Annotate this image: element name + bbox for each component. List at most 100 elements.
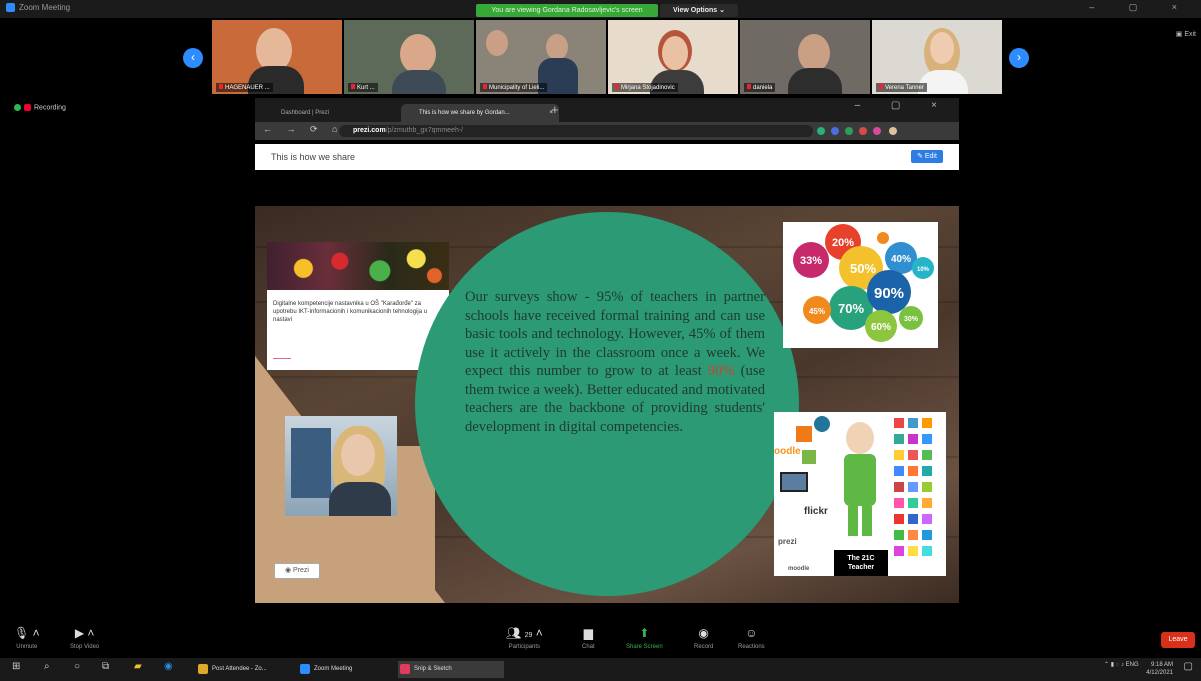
window-title: Zoom Meeting (19, 3, 71, 12)
share-banner: You are viewing Gordana Radosavljevic's … (476, 4, 658, 17)
participant-name: Municipality of Lieli... (480, 83, 548, 92)
extension-icon[interactable] (873, 127, 881, 135)
bubble-label: 60% (871, 322, 891, 333)
zoom-toolbar: 🎙︎ ˄ Unmute ▶︎ ˄ Stop Video 👥︎ 29 ˄ Partici… (0, 622, 1201, 658)
system-tray[interactable]: ⌃ ▮ ◌ ♪ ENG 9:18 AM 4/12/2021 (1104, 661, 1173, 677)
windows-start-icon[interactable]: ⊞ (12, 661, 20, 672)
participant-name: Kurt ... (348, 83, 378, 92)
participant-tile[interactable]: Municipality of Lieli... (476, 20, 606, 94)
presentation-band (255, 170, 959, 206)
view-options-button[interactable]: View Options ⌄ (660, 4, 738, 17)
extension-icon[interactable] (817, 127, 825, 135)
topic-card-text: Digitalne kompetencije nastavnika u OŠ "… (273, 301, 428, 323)
tab-dashboard-prezi[interactable]: Dashboard | Prezi× (263, 104, 413, 122)
participant-tile[interactable]: Verena Tanner (872, 20, 1002, 94)
tray-icons: ⌃ ▮ ◌ ♪ (1104, 662, 1126, 668)
percent-bubbles-svg: 20% 33% 50% 40% 70% 90% 60% 45% 30% 10% (793, 224, 934, 342)
taskbar-app-zoom[interactable]: Zoom Meeting (298, 661, 404, 678)
zoom-logo-icon (6, 3, 15, 13)
bokeh-image (267, 242, 449, 290)
notification-icon[interactable]: ▢ (1184, 661, 1193, 672)
participants-icon: 👥︎ 29 ˄ (506, 626, 543, 640)
tab-this-is-how-we-share[interactable]: This is how we share by Gordan... × (401, 104, 559, 122)
extension-icon[interactable] (859, 127, 867, 135)
reactions-button[interactable]: ☺︎ Reactions (738, 626, 765, 650)
extension-icon[interactable] (831, 127, 839, 135)
app-word: flickr (804, 506, 828, 517)
nav-buttons[interactable]: ← → ⟳ ⌂ (263, 124, 343, 135)
profile-avatar[interactable] (889, 127, 897, 135)
mic-muted-icon: 🎙︎ ˄ (14, 626, 40, 640)
highlight-value: 90% (707, 363, 735, 379)
clock-time: 9:18 AM (1150, 662, 1173, 668)
stop-video-button[interactable]: ▶︎ ˄ Stop Video (70, 626, 99, 650)
record-icon: ◉ (698, 626, 709, 640)
taskbar-app-chrome[interactable]: Post Attendee - Zo... (196, 661, 302, 678)
participants-button[interactable]: 👥︎ 29 ˄ Participants (506, 626, 543, 650)
percent-bubbles-image[interactable]: 20% 33% 50% 40% 70% 90% 60% 45% 30% 10% (783, 222, 938, 348)
share-screen-icon: ⬆︎ (639, 626, 650, 640)
bubble-label: 40% (891, 254, 911, 265)
gallery-next-arrow-icon[interactable]: › (1009, 48, 1029, 68)
video-camera-icon: ▶︎ ˄ (74, 626, 95, 640)
participant-name: Verena Tanner (876, 83, 927, 92)
shared-screen-browser: Dashboard | Prezi× This is how we share … (255, 98, 959, 603)
app-word: oodle (774, 446, 801, 457)
leave-meeting-button[interactable]: Leave (1161, 632, 1195, 648)
teacher-photo[interactable] (285, 416, 397, 516)
bubble-label: 50% (850, 261, 876, 276)
clock-date: 4/12/2021 (1146, 670, 1173, 676)
participant-name: Mirjana Stojadinovic (612, 83, 678, 92)
bubble-label: 30% (904, 316, 919, 323)
extension-icon[interactable] (845, 127, 853, 135)
bubble-label: 70% (838, 301, 864, 316)
chat-icon: ▆ (583, 626, 593, 640)
bubble-label: 90% (874, 285, 904, 302)
bubble (877, 232, 889, 244)
security-shield-icon (14, 104, 21, 111)
unmute-button[interactable]: 🎙︎ ˄ Unmute (14, 626, 40, 650)
browser-tabbar: Dashboard | Prezi× This is how we share … (255, 98, 959, 122)
browser-window-controls[interactable]: – ▢ × (855, 100, 951, 111)
windows-taskbar: ⊞ ⌕ ○ ⧉ ▰ ◉ Post Attendee - Zo... Zoom M… (0, 658, 1201, 681)
cortana-icon[interactable]: ○ (74, 661, 80, 672)
new-tab-button[interactable]: + (551, 102, 559, 117)
prezi-logo-button[interactable]: ◉ Prezi (274, 563, 320, 579)
participant-tile[interactable]: Mirjana Stojadinovic (608, 20, 738, 94)
recording-indicator[interactable]: Recording (14, 104, 66, 111)
participant-tile[interactable]: daniela (740, 20, 870, 94)
edge-icon[interactable]: ◉ (164, 661, 173, 672)
participant-name: HAGENAUER ... (216, 83, 273, 92)
task-view-icon[interactable]: ⧉ (102, 661, 109, 672)
record-button[interactable]: ◉ Record (694, 626, 713, 650)
record-icon (24, 104, 31, 111)
prezi-title: This is how we share (271, 152, 356, 162)
url-field[interactable]: prezi.com/p/zmuthb_gx7qmmeeh-/ (339, 125, 813, 137)
prezi-header: This is how we share ✎ Edit (255, 144, 959, 170)
search-icon[interactable]: ⌕ (44, 661, 50, 672)
card-divider (273, 358, 291, 359)
21c-teacher-label: The 21C Teacher (834, 550, 888, 576)
edit-button[interactable]: ✎ Edit (911, 150, 943, 163)
bubble-label: 33% (800, 255, 822, 267)
bubble-label: 10% (917, 267, 930, 273)
zoom-window-controls[interactable]: – ▢ × (1089, 2, 1193, 13)
app-word: moodle (788, 566, 810, 572)
zoom-app-title: Zoom Meeting (6, 3, 71, 13)
exit-fullscreen-button[interactable]: ▣ Exit (1176, 30, 1196, 38)
file-explorer-icon[interactable]: ▰ (134, 661, 142, 672)
bubble-label: 45% (809, 307, 825, 316)
language-indicator[interactable]: ENG (1126, 662, 1139, 668)
taskbar-app-snip[interactable]: Snip & Sketch (398, 661, 504, 678)
participant-tile[interactable]: Kurt ... (344, 20, 474, 94)
21c-teacher-image[interactable]: oodle flickr prezi moodle The 21C Teache… (774, 412, 946, 576)
survey-text: Our surveys show - 95% of teachers in pa… (465, 289, 765, 435)
share-screen-button[interactable]: ⬆︎ Share Screen (626, 626, 663, 650)
gallery-prev-arrow-icon[interactable]: ‹ (183, 48, 203, 68)
prezi-slide: Digitalne kompetencije nastavnika u OŠ "… (255, 206, 959, 603)
participant-name: daniela (744, 83, 776, 92)
participant-gallery: HAGENAUER ... Kurt ... Municipality of L… (212, 20, 1002, 94)
chat-button[interactable]: ▆ Chat (582, 626, 595, 650)
app-word: prezi (778, 537, 797, 546)
participant-tile[interactable]: HAGENAUER ... (212, 20, 342, 94)
